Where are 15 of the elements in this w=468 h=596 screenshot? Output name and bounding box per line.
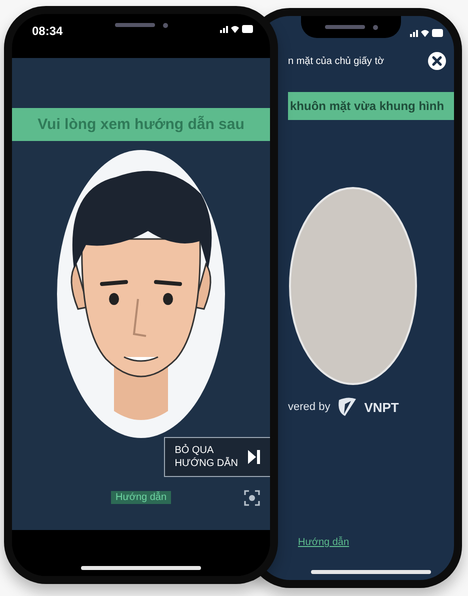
instruction-banner: Vui lòng xem hướng dẫn sau <box>12 108 270 141</box>
instruction-banner: khuôn mặt vừa khung hình <box>288 92 454 120</box>
face-scan-icon[interactable] <box>244 490 260 506</box>
skip-icon <box>248 450 260 464</box>
logo-text: VNPT <box>364 400 399 414</box>
status-icons <box>220 24 254 34</box>
status-time: 08:34 <box>32 24 63 38</box>
guide-tag[interactable]: Hướng dẫn <box>111 491 171 504</box>
screen-title: n mặt của chủ giấy tờ <box>288 56 384 66</box>
skip-guide-button[interactable]: BỎ QUA HƯỚNG DẪN <box>164 437 270 477</box>
guide-link[interactable]: Hướng dẫn <box>298 537 350 548</box>
logo-icon <box>336 396 358 418</box>
powered-by-text: vered by <box>288 401 330 413</box>
status-icons <box>410 28 444 38</box>
close-icon[interactable] <box>428 52 446 70</box>
